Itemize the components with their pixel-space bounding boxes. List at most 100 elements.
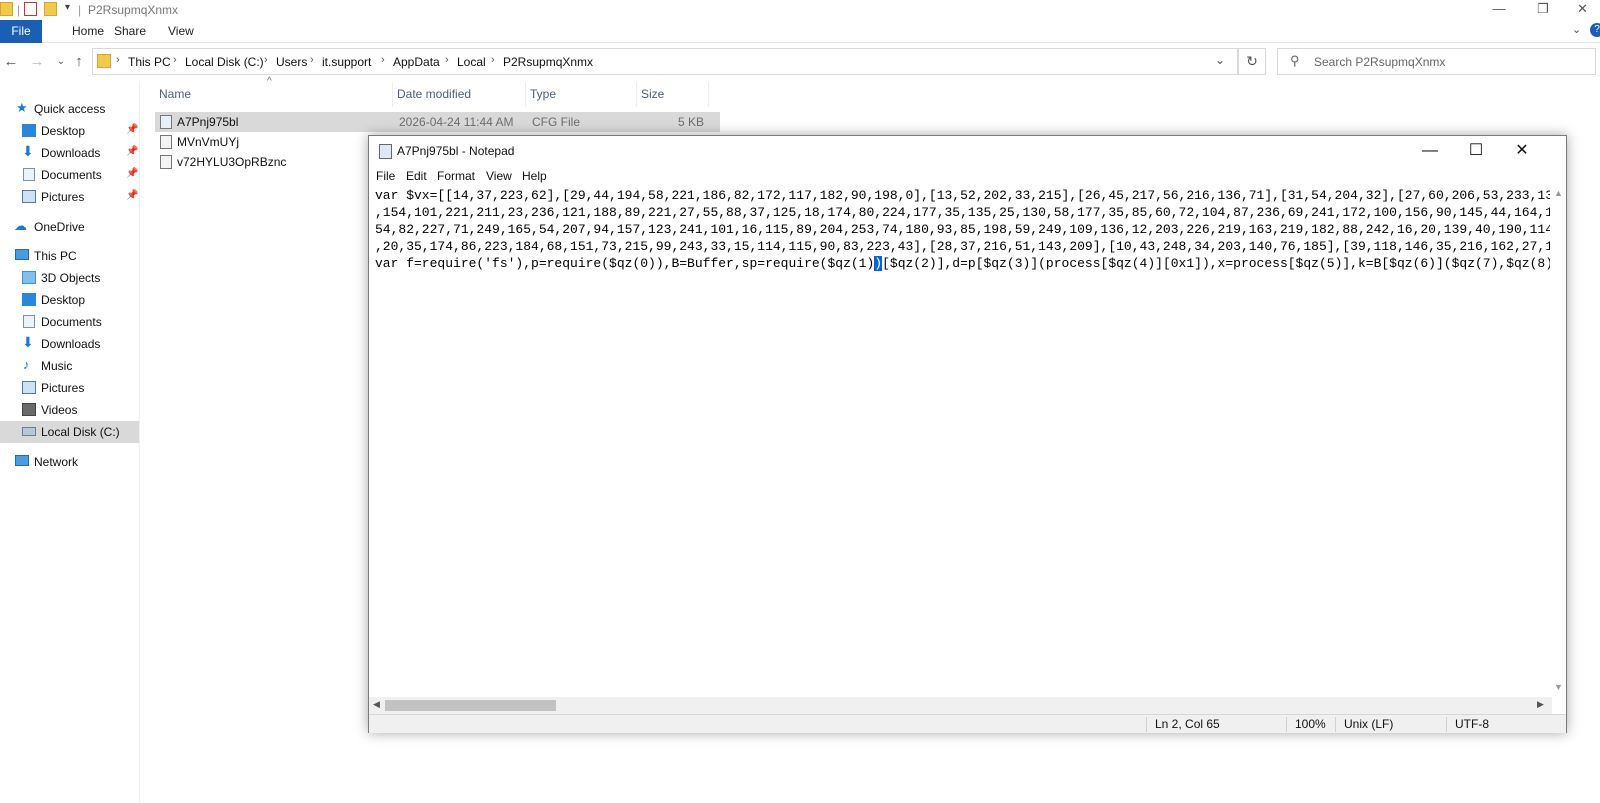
status-line-ending: Unix (LF)	[1335, 717, 1446, 732]
menu-help[interactable]: Help	[522, 169, 547, 183]
file-row[interactable]: A7Pnj975bl 2026-04-24 11:44 AM CFG File …	[155, 112, 720, 132]
breadcrumb-separator[interactable]: ›	[381, 54, 385, 66]
breadcrumb-separator[interactable]: ›	[310, 54, 314, 66]
help-icon[interactable]: ?	[1590, 23, 1600, 37]
breadcrumb-current-folder[interactable]: P2RsupmqXnmx	[503, 55, 593, 69]
restore-icon[interactable]: ❐	[1521, 0, 1565, 20]
ribbon: File Home Share View ⌄ ?	[0, 20, 1600, 43]
new-folder-icon[interactable]	[44, 2, 57, 16]
properties-icon[interactable]	[24, 2, 37, 16]
breadcrumb-separator[interactable]: ›	[445, 54, 449, 66]
folder-icon	[97, 54, 111, 68]
file-name: A7Pnj975bl	[177, 115, 239, 129]
explorer-title-bar: | ▾ | P2RsupmqXnmx — ❐ ✕	[0, 0, 1600, 20]
nav-pc-desktop[interactable]: Desktop	[0, 289, 139, 311]
text-line: ,154,101,221,211,23,236,121,188,89,221,2…	[375, 205, 1552, 220]
maximize-icon[interactable]: ☐	[1453, 136, 1499, 166]
nav-quick-access[interactable]: ★ Quick access	[0, 98, 139, 120]
close-icon[interactable]: ✕	[1499, 136, 1545, 166]
close-icon[interactable]: ✕	[1565, 0, 1600, 20]
scroll-right-icon[interactable]: ▶	[1537, 699, 1544, 710]
pin-icon[interactable]: 📌	[126, 146, 138, 157]
minimize-icon[interactable]: —	[1407, 136, 1453, 166]
status-encoding: UTF-8	[1446, 717, 1551, 732]
nav-pc-documents[interactable]: Documents	[0, 311, 139, 333]
address-dropdown-icon[interactable]: ⌄	[1215, 53, 1225, 67]
nav-label: OneDrive	[34, 220, 85, 234]
text-line: var $vx=[[14,37,223,62],[29,44,194,58,22…	[375, 188, 1552, 203]
horizontal-scrollbar[interactable]: ◀ ▶	[369, 697, 1552, 714]
menu-edit[interactable]: Edit	[406, 169, 427, 183]
breadcrumb-separator[interactable]: ›	[116, 54, 120, 66]
nav-label: Quick access	[34, 102, 106, 116]
refresh-icon[interactable]: ↻	[1238, 48, 1266, 75]
menu-view[interactable]: View	[486, 169, 512, 183]
chevron-down-icon[interactable]: ⌄	[1572, 23, 1581, 36]
nav-pc-3d-objects[interactable]: 3D Objects	[0, 267, 139, 289]
download-icon: ⬇	[22, 334, 34, 350]
pin-icon[interactable]: 📌	[126, 190, 138, 201]
breadcrumb-separator[interactable]: ›	[264, 54, 268, 66]
scroll-up-icon[interactable]: ▲	[1554, 188, 1563, 198]
vertical-scrollbar[interactable]: ▲ ▼	[1550, 186, 1566, 697]
text-segment: var f=require('fs'),p=require($qz(0)),B=…	[375, 256, 875, 271]
recent-locations-icon[interactable]: ⌄	[52, 53, 70, 71]
breadcrumb-local[interactable]: Local	[457, 55, 486, 69]
scroll-left-icon[interactable]: ◀	[373, 699, 380, 710]
breadcrumb-appdata[interactable]: AppData	[393, 55, 440, 69]
nav-pc-local-disk[interactable]: Local Disk (C:)	[0, 421, 139, 443]
nav-onedrive[interactable]: ☁ OneDrive	[0, 216, 139, 238]
quick-access-dropdown-icon[interactable]: ▾	[65, 2, 70, 13]
tab-share[interactable]: Share	[102, 20, 158, 43]
cloud-icon: ☁	[14, 218, 27, 233]
horizontal-scroll-thumb[interactable]	[385, 700, 556, 711]
file-type: CFG File	[532, 115, 580, 129]
tab-file[interactable]: File	[0, 20, 42, 43]
breadcrumb-local-disk[interactable]: Local Disk (C:)	[185, 55, 264, 69]
column-type[interactable]: Type	[526, 82, 637, 107]
file-size: 5 KB	[677, 115, 704, 129]
search-placeholder: Search P2RsupmqXnmx	[1314, 55, 1446, 69]
pin-icon[interactable]: 📌	[126, 124, 138, 135]
notepad-status-bar: Ln 2, Col 65 100% Unix (LF) UTF-8	[369, 714, 1566, 733]
up-arrow-icon[interactable]: ↑	[70, 53, 88, 71]
column-name[interactable]: Name	[155, 82, 393, 107]
file-list-header: ^ Name Date modified Type Size	[155, 76, 725, 107]
nav-label: Local Disk (C:)	[41, 425, 120, 439]
nav-label: Documents	[41, 315, 102, 329]
nav-qa-desktop[interactable]: Desktop 📌	[0, 120, 139, 142]
notepad-title-bar[interactable]: A7Pnj975bl - Notepad — ☐ ✕	[369, 136, 1566, 166]
notepad-text-area[interactable]: var $vx=[[14,37,223,62],[29,44,194,58,22…	[369, 186, 1552, 697]
music-icon: ♪	[23, 357, 30, 372]
nav-pc-downloads[interactable]: ⬇ Downloads	[0, 333, 139, 355]
file-name: v72HYLU3OpRBznc	[177, 155, 287, 169]
breadcrumb-separator[interactable]: ›	[173, 54, 177, 66]
breadcrumb-it-support[interactable]: it.support	[322, 55, 371, 69]
nav-qa-documents[interactable]: Documents 📌	[0, 164, 139, 186]
menu-file[interactable]: File	[376, 169, 395, 183]
back-arrow-icon[interactable]: ←	[2, 53, 20, 71]
forward-arrow-icon[interactable]: →	[28, 53, 46, 71]
nav-pc-music[interactable]: ♪ Music	[0, 355, 139, 377]
menu-format[interactable]: Format	[437, 169, 475, 183]
notepad-menu-bar: File Edit Format View Help	[369, 166, 1566, 186]
nav-qa-downloads[interactable]: ⬇ Downloads 📌	[0, 142, 139, 164]
breadcrumb-users[interactable]: Users	[276, 55, 307, 69]
breadcrumb-separator[interactable]: ›	[491, 54, 495, 66]
tab-view[interactable]: View	[156, 20, 206, 43]
breadcrumb-this-pc[interactable]: This PC	[128, 55, 171, 69]
nav-qa-pictures[interactable]: Pictures 📌	[0, 186, 139, 208]
column-size[interactable]: Size	[637, 82, 709, 107]
address-bar[interactable]: › This PC › Local Disk (C:) › Users › it…	[92, 48, 1238, 75]
minimize-icon[interactable]: —	[1477, 0, 1521, 20]
pin-icon[interactable]: 📌	[126, 168, 138, 179]
scroll-down-icon[interactable]: ▼	[1554, 682, 1563, 692]
nav-pc-pictures[interactable]: Pictures	[0, 377, 139, 399]
column-date-modified[interactable]: Date modified	[393, 82, 526, 107]
search-input[interactable]: ⚲ Search P2RsupmqXnmx	[1277, 48, 1596, 75]
nav-network[interactable]: Network	[0, 451, 139, 473]
nav-this-pc[interactable]: This PC	[0, 245, 139, 267]
file-name: MVnVmUYj	[177, 135, 240, 149]
download-icon: ⬇	[22, 143, 34, 159]
nav-pc-videos[interactable]: Videos	[0, 399, 139, 421]
